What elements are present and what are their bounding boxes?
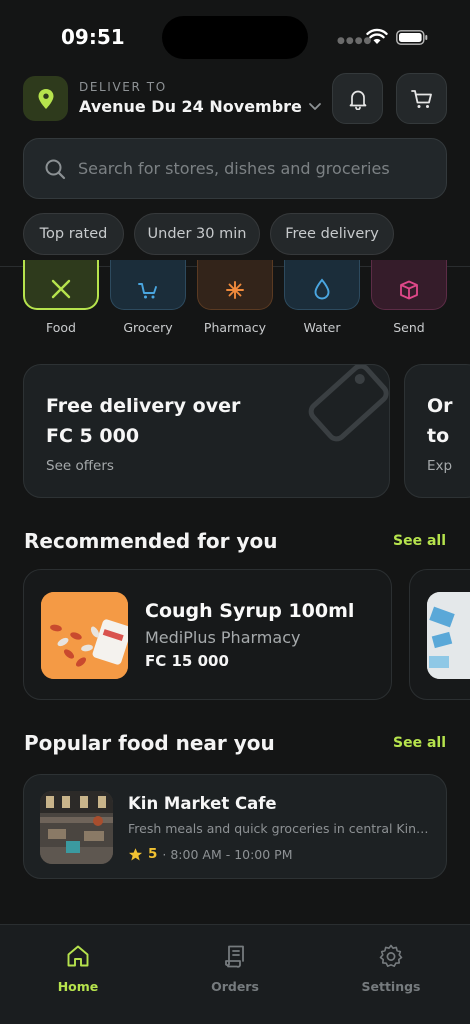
address-text: Avenue Du 24 Novembre [79,97,302,116]
filter-chip-free-delivery[interactable]: Free delivery [270,213,394,255]
promo-link[interactable]: Exp [427,458,452,474]
address-selector[interactable]: Avenue Du 24 Novembre [79,97,322,116]
medical-icon [226,281,244,299]
promo-title: Free delivery over FC 5 000 [46,395,241,447]
star-icon [128,847,143,860]
tab-orders-label: Orders [211,979,259,994]
restaurant-card[interactable]: Kin Market Cafe Fresh meals and quick gr… [23,774,447,879]
package-icon [400,280,418,300]
restaurant-hours: · 8:00 AM - 10:00 PM [162,846,293,862]
category-label-water: Water [303,320,341,335]
category-food[interactable] [23,260,99,310]
cart-icon [138,283,157,299]
restaurant-description: Fresh meals and quick groceries in centr… [128,821,430,836]
category-label-pharmacy: Pharmacy [203,320,267,335]
filter-chip-top-rated[interactable]: Top rated [23,213,124,255]
recommended-item-card[interactable] [409,569,470,700]
restaurant-rating: 5 [148,846,158,862]
promo-title: Or to [427,395,453,447]
restaurant-name: Kin Market Cafe [128,794,277,813]
product-price: FC 15 000 [145,652,229,670]
search-input[interactable] [78,159,418,178]
tab-home[interactable]: Home [28,943,128,994]
category-label-grocery: Grocery [123,320,173,335]
promo-card-free-delivery[interactable]: Free delivery over FC 5 000 See offers [23,364,390,498]
tab-settings[interactable]: Settings [341,943,441,994]
promo-card-next[interactable]: Or to Exp [404,364,470,498]
utensils-icon [51,279,71,299]
battery-icon [396,30,428,45]
status-time: 09:51 [61,25,125,49]
category-send[interactable] [371,260,447,310]
popular-see-all-link[interactable]: See all [393,735,446,751]
cart-button[interactable] [396,73,447,124]
notifications-button[interactable] [332,73,383,124]
restaurant-meta: 5 · 8:00 AM - 10:00 PM [128,846,293,862]
product-image [427,592,470,679]
deliver-to-label: DELIVER TO [79,80,167,94]
status-bar: 09:51 ●●●● [0,0,470,74]
category-pharmacy[interactable] [197,260,273,310]
search-bar[interactable] [23,138,447,199]
tab-orders[interactable]: Orders [185,943,285,994]
filter-chip-under-30-min[interactable]: Under 30 min [134,213,260,255]
tab-settings-label: Settings [361,979,421,994]
receipt-icon [225,945,244,968]
recommended-see-all-link[interactable]: See all [393,533,446,549]
promo-link[interactable]: See offers [46,458,114,474]
category-label-send: Send [393,320,425,335]
product-image [41,592,128,679]
recommended-title: Recommended for you [24,529,278,553]
droplet-icon [314,278,330,300]
tag-icon [308,365,389,442]
location-pin-icon[interactable] [23,76,68,121]
cart-icon [410,89,432,108]
search-icon [45,159,66,179]
category-label-food: Food [46,320,76,335]
tab-home-label: Home [57,979,99,994]
category-water[interactable] [284,260,360,310]
popular-title: Popular food near you [24,731,275,755]
chevron-down-icon [309,103,321,110]
wifi-icon [366,28,388,44]
recommended-item-card[interactable]: Cough Syrup 100ml MediPlus Pharmacy FC 1… [23,569,392,700]
restaurant-image [40,791,113,864]
bottom-tab-bar: Home Orders Settings [0,924,470,1024]
dynamic-island [162,16,308,59]
gear-icon [379,944,403,967]
product-name: Cough Syrup 100ml [145,600,355,622]
bell-icon [349,90,366,110]
product-store: MediPlus Pharmacy [145,628,301,647]
category-grocery[interactable] [110,260,186,310]
home-icon [67,945,89,967]
